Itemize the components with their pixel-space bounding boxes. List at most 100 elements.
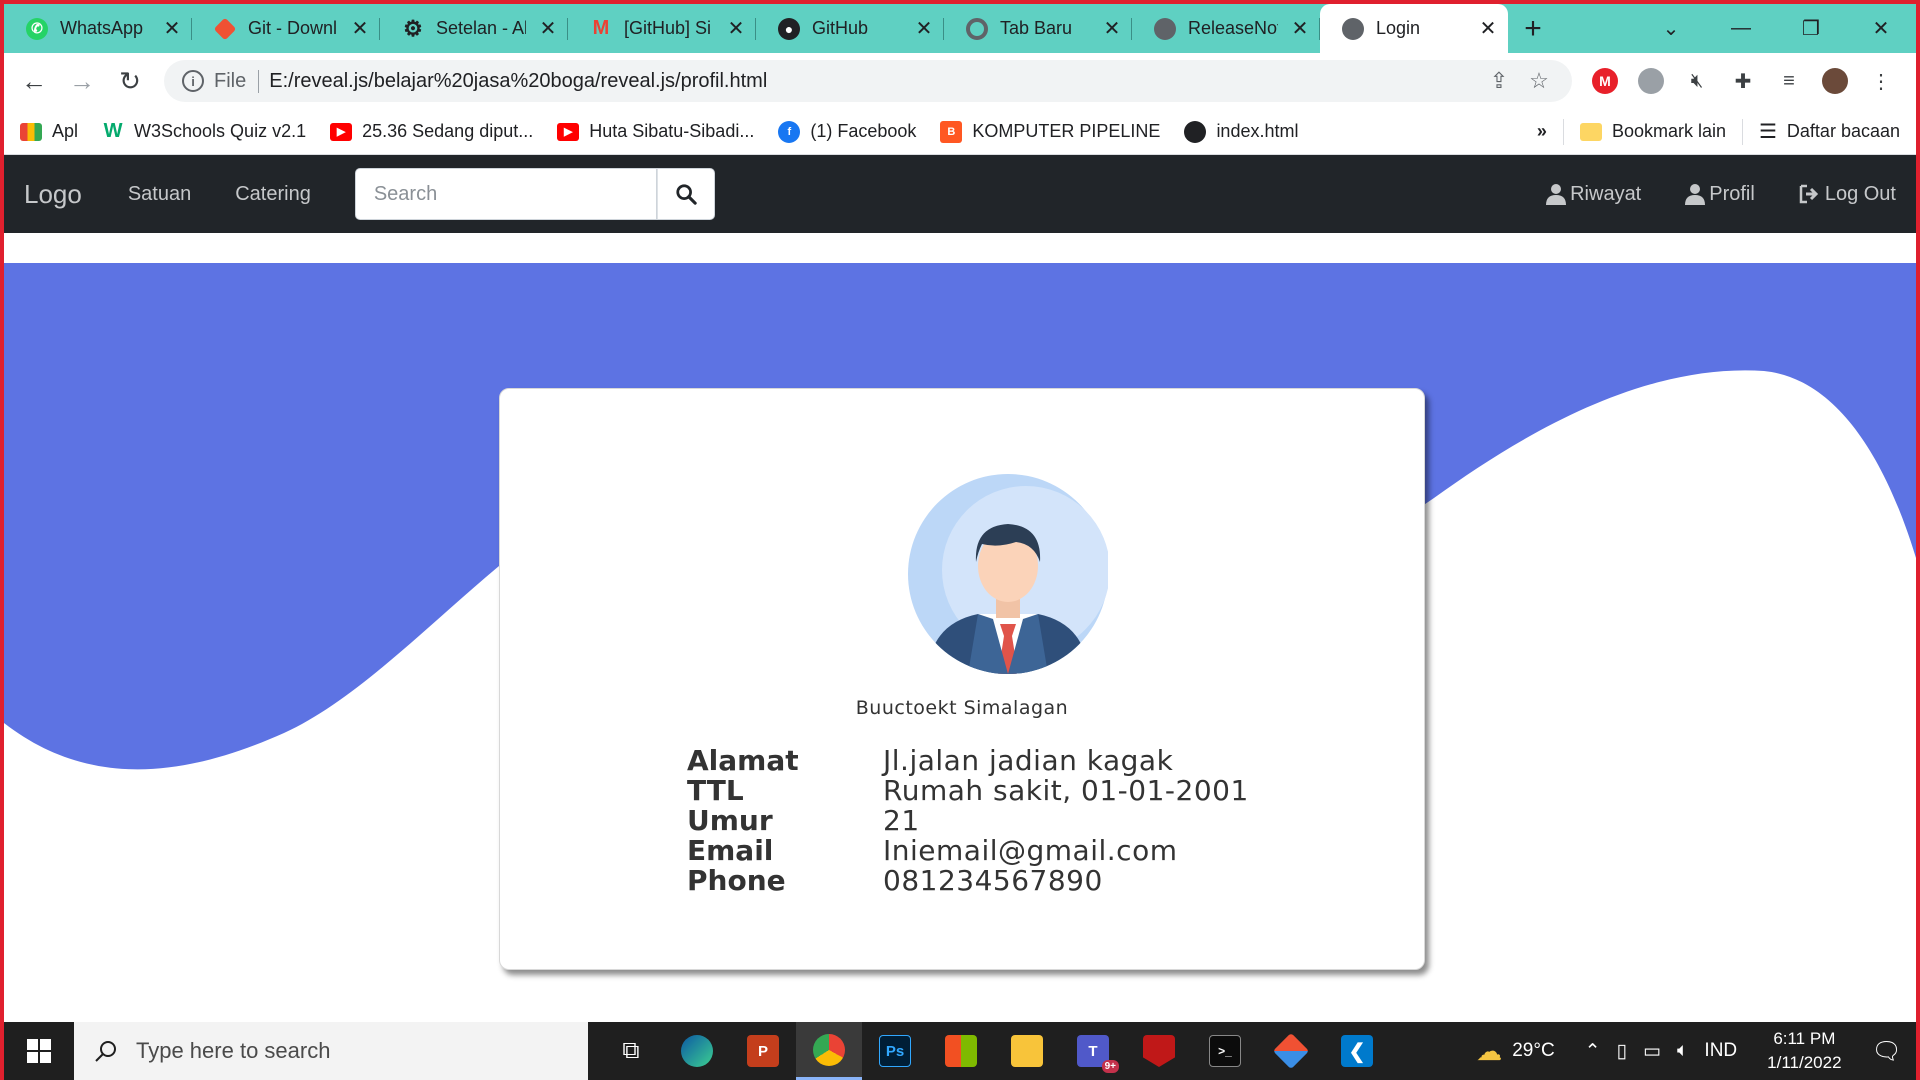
taskbar-app-vscode[interactable]: ❮ — [1324, 1022, 1390, 1080]
nav-link-logout[interactable]: Log Out — [1799, 183, 1896, 206]
vscode-icon: ❮ — [1341, 1035, 1373, 1067]
device-icon[interactable]: ▯ — [1617, 1040, 1627, 1063]
bookmark-label: 25.36 Sedang diput... — [362, 121, 534, 141]
tab-search-chevron-icon[interactable]: ⌄ — [1636, 16, 1706, 41]
start-button[interactable] — [4, 1022, 74, 1080]
taskbar-search-placeholder: Type here to search — [136, 1038, 331, 1063]
kebab-menu-icon[interactable]: ⋮ — [1868, 68, 1894, 94]
nav-link-label: Log Out — [1824, 182, 1896, 205]
nav-link-profil[interactable]: Profil — [1685, 183, 1755, 206]
close-tab-icon[interactable]: ✕ — [162, 16, 182, 41]
clock[interactable]: 6:11 PM 1/11/2022 — [1767, 1027, 1841, 1075]
info-row-phone: Phone 081234567890 — [687, 864, 1249, 897]
taskbar-app-chrome[interactable] — [796, 1022, 862, 1080]
bookmark-label: Apl — [52, 121, 79, 141]
close-tab-icon[interactable]: ✕ — [1478, 16, 1498, 41]
reading-list-label: Daftar bacaan — [1786, 121, 1900, 141]
field-value: 21 — [883, 803, 920, 837]
bookmark-item[interactable]: Apl — [20, 121, 78, 142]
task-view-button[interactable]: ⧉ — [598, 1022, 664, 1080]
tab-title: [GitHub] Si — [624, 18, 712, 38]
w3schools-icon: W — [103, 120, 123, 142]
taskbar-app-terminal[interactable]: >_ — [1192, 1022, 1258, 1080]
forward-arrow-icon[interactable]: → — [68, 66, 96, 97]
close-tab-icon[interactable]: ✕ — [350, 16, 370, 41]
nav-link-satuan[interactable]: Satuan — [128, 183, 191, 206]
bookmark-star-icon[interactable]: ☆ — [1524, 68, 1554, 94]
back-arrow-icon[interactable]: ← — [20, 66, 48, 97]
nav-link-label: Riwayat — [1570, 182, 1642, 205]
nav-link-riwayat[interactable]: Riwayat — [1546, 183, 1641, 206]
git-icon — [213, 17, 237, 40]
weather-widget[interactable]: ☁ 29°C — [1476, 1036, 1554, 1067]
url-scheme: File — [214, 69, 260, 93]
close-tab-icon[interactable]: ✕ — [1102, 16, 1122, 41]
microsoft-store-icon — [945, 1035, 977, 1067]
profile-avatar-icon[interactable] — [1822, 68, 1848, 94]
windows-logo-icon — [27, 1039, 51, 1063]
tab-title: Login — [1376, 18, 1421, 38]
teams-icon: T 9+ — [1077, 1035, 1119, 1073]
bookmark-item[interactable]: index.html — [1184, 120, 1299, 143]
mute-speaker-icon[interactable]: 🔇︎ — [1684, 68, 1710, 94]
windows-taskbar: Type here to search ⧉ P Ps T 9+ >_ ❮ ☁ 29… — [4, 1022, 1916, 1080]
browser-tab[interactable]: Tab Baru ✕ — [944, 4, 1132, 53]
media-queue-icon[interactable]: ≡ — [1776, 68, 1802, 94]
new-tab-button[interactable]: + — [1508, 4, 1558, 53]
battery-icon[interactable]: ▭ — [1643, 1040, 1661, 1063]
browser-tab-active[interactable]: Login ✕ — [1320, 4, 1508, 53]
volume-icon[interactable]: 🔈︎ — [1677, 1040, 1688, 1062]
taskbar-app-mcafee[interactable] — [1126, 1022, 1192, 1080]
bookmark-item[interactable]: ▶ 25.36 Sedang diput... — [330, 121, 533, 142]
bookmark-item[interactable]: ▶ Huta Sibatu-Sibadi... — [557, 121, 754, 142]
user-icon — [1685, 184, 1706, 205]
bookmarks-overflow-button[interactable]: » — [1537, 121, 1547, 142]
mcafee-extension-icon[interactable]: M — [1592, 68, 1618, 94]
browser-tab[interactable]: ● GitHub ✕ — [756, 4, 944, 53]
reading-list-button[interactable]: ☰ Daftar bacaan — [1759, 119, 1900, 144]
close-window-icon[interactable]: ✕ — [1846, 16, 1916, 41]
taskbar-app-store[interactable] — [928, 1022, 994, 1080]
close-tab-icon[interactable]: ✕ — [538, 16, 558, 41]
browser-tab[interactable]: Git - Downl ✕ — [192, 4, 380, 53]
search-icon — [676, 184, 697, 205]
taskbar-search-box[interactable]: Type here to search — [74, 1022, 588, 1080]
close-tab-icon[interactable]: ✕ — [726, 16, 746, 41]
globe-extension-icon[interactable] — [1638, 68, 1664, 94]
browser-tab[interactable]: ✆ WhatsApp ✕ — [4, 4, 192, 53]
taskbar-app-explorer[interactable] — [994, 1022, 1060, 1080]
share-icon[interactable]: ⇪ — [1484, 68, 1514, 94]
divider — [1562, 118, 1564, 145]
chevron-up-icon[interactable]: ⌃ — [1585, 1040, 1601, 1063]
browser-tab[interactable]: ⚙ Setelan - Al ✕ — [380, 4, 568, 53]
reload-icon[interactable]: ↻ — [116, 66, 144, 97]
close-tab-icon[interactable]: ✕ — [914, 16, 934, 41]
language-indicator[interactable]: IND — [1704, 1040, 1737, 1062]
taskbar-app-photoshop[interactable]: Ps — [862, 1022, 928, 1080]
puzzle-extensions-icon[interactable]: ✚ — [1730, 68, 1756, 94]
browser-tab[interactable]: ReleaseNot ✕ — [1132, 4, 1320, 53]
restore-icon[interactable]: ❐ — [1776, 16, 1846, 41]
taskbar-app-git[interactable] — [1258, 1022, 1324, 1080]
omnibox[interactable]: i File E:/reveal.js/belajar%20jasa%20bog… — [164, 60, 1572, 102]
taskbar-app-edge[interactable] — [664, 1022, 730, 1080]
mcafee-shield-icon — [1143, 1035, 1175, 1067]
field-label: TTL — [687, 773, 744, 807]
site-logo[interactable]: Logo — [24, 179, 82, 210]
minimize-icon[interactable]: — — [1706, 17, 1776, 40]
nav-link-catering[interactable]: Catering — [235, 183, 311, 206]
close-tab-icon[interactable]: ✕ — [1290, 16, 1310, 41]
taskbar-app-powerpoint[interactable]: P — [730, 1022, 796, 1080]
url-text[interactable]: E:/reveal.js/belajar%20jasa%20boga/revea… — [269, 70, 1474, 93]
bookmark-label: index.html — [1216, 121, 1299, 141]
bookmark-item[interactable]: W W3Schools Quiz v2.1 — [102, 120, 307, 142]
search-input[interactable] — [354, 168, 657, 220]
notification-center-icon[interactable]: 🗨︎ — [1872, 1037, 1902, 1066]
info-icon[interactable]: i — [182, 70, 204, 92]
bookmark-item[interactable]: f (1) Facebook — [778, 120, 916, 143]
search-button[interactable] — [656, 168, 715, 220]
browser-tab[interactable]: M [GitHub] Si ✕ — [568, 4, 756, 53]
bookmark-item[interactable]: B KOMPUTER PIPELINE — [940, 120, 1160, 143]
taskbar-app-teams[interactable]: T 9+ — [1060, 1022, 1126, 1080]
bookmark-folder[interactable]: Bookmark lain — [1579, 121, 1726, 142]
